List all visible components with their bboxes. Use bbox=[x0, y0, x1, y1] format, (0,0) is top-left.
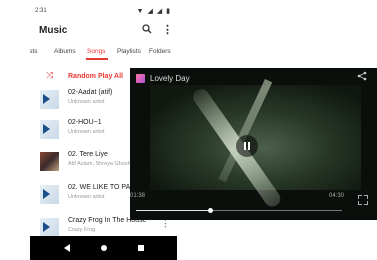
video-player[interactable]: Lovely Day 01:38 04:30 bbox=[130, 68, 377, 220]
tab-songs[interactable]: Songs bbox=[87, 48, 105, 55]
share-icon[interactable] bbox=[357, 71, 367, 84]
song-title: 02. Tere Liye bbox=[68, 151, 108, 158]
navigation-bar bbox=[30, 236, 177, 260]
status-time: 2:31 bbox=[35, 8, 47, 14]
app-bar: Music ⋮ bbox=[30, 20, 177, 42]
song-artist: Unknown artist bbox=[68, 129, 105, 135]
video-controls: 01:38 04:30 bbox=[130, 190, 377, 220]
tab-artists[interactable]: tists bbox=[30, 48, 38, 55]
song-thumbnail bbox=[40, 218, 59, 237]
video-frame[interactable] bbox=[150, 79, 361, 210]
tab-folders[interactable]: Folders bbox=[149, 48, 171, 55]
seek-progress bbox=[136, 210, 211, 211]
song-title: 02-Aadat (atif) bbox=[68, 89, 113, 96]
search-icon[interactable] bbox=[142, 24, 152, 37]
home-icon[interactable] bbox=[101, 245, 107, 251]
back-icon[interactable] bbox=[64, 244, 70, 252]
video-title: Lovely Day bbox=[150, 74, 190, 83]
random-play-all-label: Random Play All bbox=[68, 73, 123, 80]
tab-bar: tists Albums Songs Playlists Folders bbox=[30, 46, 177, 60]
song-thumbnail bbox=[40, 120, 59, 139]
song-artist: Atif Aslam, Shreya Ghoshal bbox=[68, 161, 135, 167]
song-title: 02-HOU~1 bbox=[68, 119, 102, 126]
shuffle-icon: ⤨ bbox=[46, 70, 54, 80]
song-artist: Unknown artist bbox=[68, 194, 105, 200]
active-tab-indicator bbox=[86, 58, 108, 60]
tab-albums[interactable]: Albums bbox=[54, 48, 76, 55]
song-artist: Unknown artist bbox=[68, 99, 105, 105]
seek-handle[interactable] bbox=[207, 208, 213, 213]
song-thumbnail bbox=[40, 90, 59, 109]
page-title: Music bbox=[39, 25, 68, 36]
app-logo-icon bbox=[136, 74, 145, 83]
video-header: Lovely Day bbox=[130, 68, 377, 88]
song-album-art bbox=[40, 152, 59, 171]
song-thumbnail bbox=[40, 185, 59, 204]
tab-playlists[interactable]: Playlists bbox=[117, 48, 141, 55]
song-artist: Crazy Frog bbox=[68, 227, 96, 233]
duration: 04:30 bbox=[329, 193, 345, 199]
fullscreen-icon[interactable] bbox=[358, 195, 368, 205]
status-bar: 2:31 ▼ ◢ ◢ ▮ bbox=[30, 6, 177, 18]
signal-wifi-battery-icon: ▼ ◢ ◢ ▮ bbox=[136, 8, 171, 15]
pause-button[interactable] bbox=[236, 135, 258, 157]
recents-icon[interactable] bbox=[138, 245, 144, 251]
seek-bar[interactable] bbox=[136, 208, 342, 213]
more-vert-icon[interactable]: ⋮ bbox=[162, 23, 173, 36]
current-time: 01:38 bbox=[130, 193, 146, 199]
